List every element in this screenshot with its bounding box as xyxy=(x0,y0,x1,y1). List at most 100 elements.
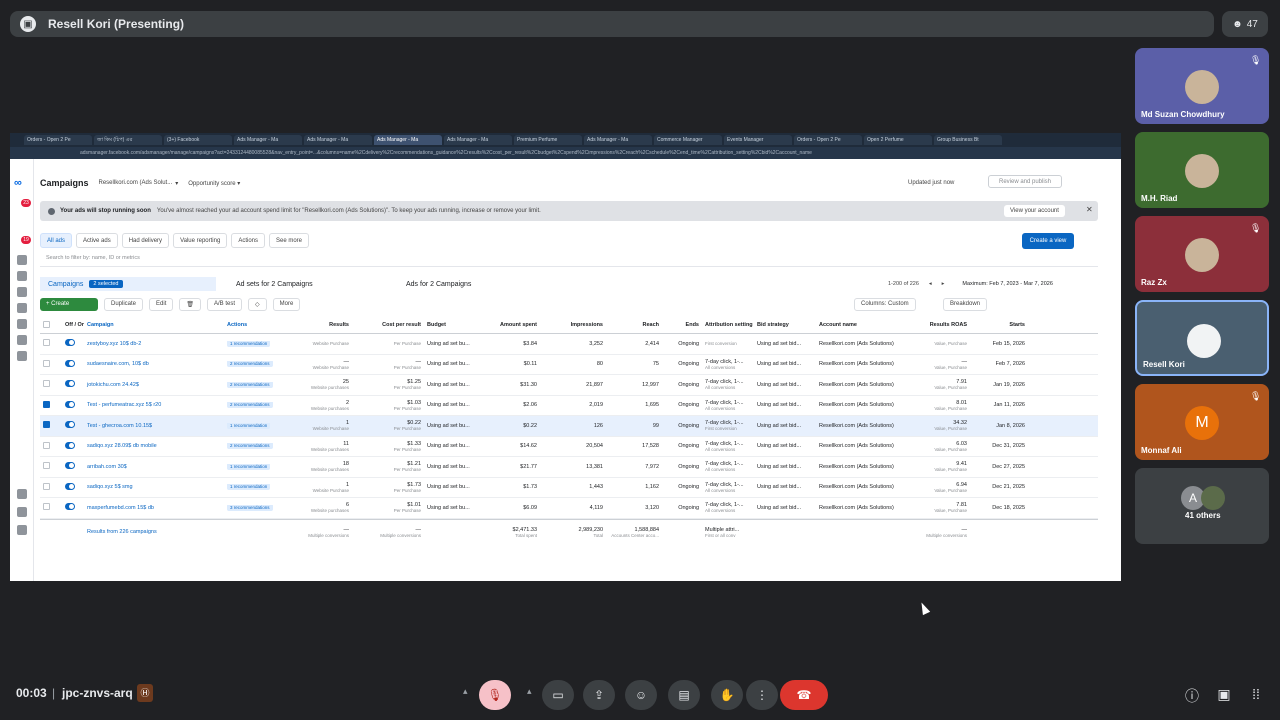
column-header[interactable]: Starts xyxy=(970,322,1028,328)
recommendation-badge[interactable]: 3 recommendations xyxy=(224,504,292,511)
table-row[interactable]: Test - perfumeatrac.xyz 5$ r20 2 recommen… xyxy=(40,396,1098,416)
opportunity-score[interactable]: Opportunity score ▾ xyxy=(188,180,240,187)
filter-chip[interactable]: Had delivery xyxy=(121,233,170,248)
delivery-toggle[interactable] xyxy=(62,400,84,410)
table-row[interactable]: jotokichu.com 24.42$ 2 recommendations 25 W… xyxy=(40,375,1098,396)
delivery-toggle[interactable] xyxy=(62,421,84,430)
column-header[interactable]: Bid strategy xyxy=(754,322,816,328)
ads-nav-icon[interactable] xyxy=(17,303,27,313)
participant-tile[interactable]: M Monnaf Ali 🎙 xyxy=(1135,384,1269,460)
chevron-up-icon[interactable]: ▴ xyxy=(527,686,532,697)
recommendation-label[interactable]: 2 recommendations xyxy=(227,361,273,368)
participant-tile[interactable]: Resell Kori xyxy=(1135,300,1269,376)
campaign-name[interactable]: arribah.com 30$ xyxy=(84,464,224,470)
column-header[interactable]: Results xyxy=(292,322,352,328)
recommendation-badge[interactable]: 1 recommendation xyxy=(224,463,292,470)
column-header[interactable]: Attribution setting xyxy=(702,322,754,328)
column-header[interactable]: Amount spent xyxy=(484,322,540,328)
recommendation-label[interactable]: 3 recommendations xyxy=(227,504,273,511)
account-selector[interactable]: Resellkori.com (Ads Solut... ▾ xyxy=(99,180,179,187)
recommendation-label[interactable]: 2 recommendations xyxy=(227,381,273,388)
column-header[interactable]: Actions xyxy=(224,322,292,328)
row-checkbox[interactable] xyxy=(40,462,62,471)
leave-call-button[interactable]: ☎ xyxy=(780,680,828,710)
browser-tab[interactable]: Ads Manager - Ma xyxy=(304,135,372,145)
selected-badge[interactable]: 2 selected xyxy=(89,280,123,288)
reports-nav-icon[interactable] xyxy=(17,271,27,281)
recommendation-label[interactable]: 2 recommendations xyxy=(227,402,273,409)
tab-adsets[interactable]: Ad sets for 2 Campaigns xyxy=(236,281,406,288)
help-nav-icon[interactable] xyxy=(17,489,27,499)
campaign-name[interactable]: maxperfumebd.com 15$ db xyxy=(84,505,224,511)
row-checkbox[interactable] xyxy=(40,339,62,348)
table-row[interactable]: arribah.com 30$ 1 recommendation 18 Website… xyxy=(40,457,1098,478)
billing-nav-icon[interactable] xyxy=(17,319,27,329)
recommendation-badge[interactable]: 1 recommendation xyxy=(224,340,292,347)
row-checkbox[interactable] xyxy=(40,482,62,492)
audiences-nav-icon[interactable] xyxy=(17,287,27,297)
row-checkbox[interactable] xyxy=(40,441,62,451)
microphone-off-button[interactable]: 🎙 xyxy=(479,680,511,710)
table-row[interactable]: Test - ghecroa.com 10.15$ 1 recommendatio… xyxy=(40,416,1098,437)
campaign-name[interactable]: Test - perfumeatrac.xyz 5$ r20 xyxy=(84,402,224,408)
chevron-up-icon[interactable]: ▴ xyxy=(463,686,468,697)
recommendation-badge[interactable]: 1 recommendation xyxy=(224,422,292,429)
recommendation-label[interactable]: 1 recommendation xyxy=(227,340,271,347)
raise-hand-button[interactable]: ✋ xyxy=(711,680,743,710)
bug-nav-icon[interactable] xyxy=(17,525,27,535)
recommendation-badge[interactable]: 2 recommendations xyxy=(224,381,292,388)
recommendation-badge[interactable]: 2 recommendations xyxy=(224,443,292,450)
browser-tab[interactable]: Events Manager xyxy=(724,135,792,145)
more-button[interactable]: More xyxy=(272,297,301,311)
breakdown-button[interactable]: Breakdown xyxy=(943,297,988,311)
delivery-toggle[interactable] xyxy=(62,441,84,451)
columns-button[interactable]: Columns: Custom xyxy=(854,297,916,311)
tab-ads[interactable]: Ads for 2 Campaigns xyxy=(406,281,806,288)
column-header[interactable]: Results ROAS xyxy=(914,322,970,328)
delivery-toggle[interactable] xyxy=(62,503,84,512)
row-checkbox[interactable] xyxy=(40,503,62,512)
campaign-name[interactable]: sadiqo.xyz 5$ smg xyxy=(84,484,224,490)
table-row[interactable]: sadiqo.xyz 28.09$ db mobile 2 recommendat… xyxy=(40,437,1098,457)
edit-button[interactable]: Edit xyxy=(149,297,174,311)
column-header[interactable]: Account name xyxy=(816,322,914,328)
recommendation-label[interactable]: 1 recommendation xyxy=(227,463,271,470)
browser-tab[interactable]: Orders - Open 2 Pe xyxy=(794,135,862,145)
more-options-button[interactable]: ⋮ xyxy=(746,680,778,710)
recommendation-badge[interactable]: 2 recommendations xyxy=(224,402,292,409)
row-checkbox[interactable] xyxy=(40,400,62,410)
column-header[interactable]: Impressions xyxy=(540,322,606,328)
campaign-name[interactable]: sudaesnaire.com, 10$ db xyxy=(84,361,224,367)
participant-tile[interactable]: M.H. Riad xyxy=(1135,132,1269,208)
table-row[interactable]: maxperfumebd.com 15$ db 3 recommendations… xyxy=(40,498,1098,519)
url-text[interactable]: adsmanager.facebook.com/adsmanager/manag… xyxy=(80,150,910,156)
present-screen-button[interactable]: ⇪ xyxy=(583,680,615,710)
campaign-name[interactable]: zestyboy.xyz 10$ db-2 xyxy=(84,341,224,347)
delivery-toggle[interactable] xyxy=(62,482,84,492)
tab-campaigns[interactable]: Campaigns 2 selected xyxy=(40,277,216,291)
select-all-checkbox[interactable] xyxy=(40,320,62,330)
filter-chip[interactable]: Value reporting xyxy=(173,233,228,248)
chat-icon[interactable]: ▣ xyxy=(1215,686,1233,703)
browser-tab[interactable]: জা কিম (চিপ) এর xyxy=(94,135,162,145)
recommendation-label[interactable]: 1 recommendation xyxy=(227,422,271,429)
browser-tab[interactable]: Ads Manager - Ma xyxy=(584,135,652,145)
camera-button[interactable]: ▭ xyxy=(542,680,574,710)
prev-page-icon[interactable]: ◂ xyxy=(929,281,932,287)
column-header[interactable]: Budget xyxy=(424,322,484,328)
participant-tile[interactable]: A 41 others xyxy=(1135,468,1269,544)
row-checkbox[interactable] xyxy=(40,380,62,389)
browser-tab[interactable]: Premium Perfume xyxy=(514,135,582,145)
create-view-button[interactable]: Create a view xyxy=(1022,233,1074,249)
recommendation-badge[interactable]: 2 recommendations xyxy=(224,361,292,368)
delivery-toggle[interactable] xyxy=(62,462,84,471)
ab-test-button[interactable]: A/B test xyxy=(206,297,242,311)
search-nav-icon[interactable] xyxy=(17,507,27,517)
filter-chip[interactable]: All ads xyxy=(40,233,73,248)
recommendation-badge[interactable]: 1 recommendation xyxy=(224,484,292,491)
create-button[interactable]: + Create xyxy=(40,297,98,311)
campaigns-nav-icon[interactable] xyxy=(17,255,27,265)
tag-icon[interactable]: ◇ xyxy=(248,297,267,311)
table-row[interactable]: zestyboy.xyz 10$ db-2 1 recommendation Web… xyxy=(40,334,1098,355)
campaign-name[interactable]: Test - ghecroa.com 10.15$ xyxy=(84,423,224,429)
